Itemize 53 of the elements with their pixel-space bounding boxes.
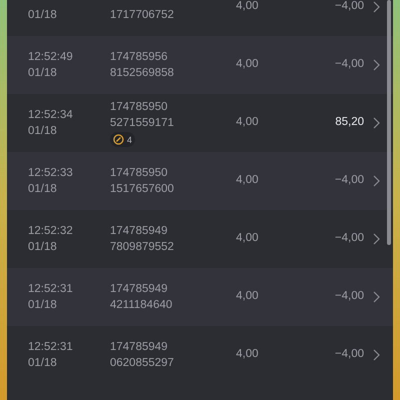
bet-amount: 4,00 bbox=[236, 231, 260, 246]
chevron-right-icon bbox=[373, 59, 380, 71]
time-text: 12:52:33 bbox=[28, 166, 74, 181]
win-amount: −4,00 bbox=[334, 57, 364, 72]
bet-amount: 4,00 bbox=[236, 173, 260, 188]
chevron-right-icon bbox=[373, 117, 380, 129]
date-text: 01/18 bbox=[28, 298, 58, 313]
chevron-right-icon bbox=[373, 1, 380, 13]
coin-icon bbox=[113, 134, 124, 145]
history-row[interactable]: 12:52:31 01/18 174785949 4211184640 4,00 −4,00 bbox=[7, 268, 393, 326]
round-id-text: 174785949 bbox=[110, 340, 169, 355]
date-text: 01/18 bbox=[28, 240, 58, 255]
date-text: 01/18 bbox=[28, 66, 58, 81]
round-id-text: 174785949 bbox=[110, 282, 169, 297]
win-amount: −4,00 bbox=[334, 231, 364, 246]
bet-amount: 4,00 bbox=[236, 289, 260, 304]
win-amount: 85,20 bbox=[334, 115, 364, 130]
bet-amount: 4,00 bbox=[236, 0, 260, 14]
chevron-right-icon bbox=[373, 233, 380, 245]
date-text: 01/18 bbox=[28, 356, 58, 371]
history-row[interactable]: 12:52:33 01/18 174785950 1517657600 4,00 −4,00 bbox=[7, 152, 393, 210]
chevron-right-icon bbox=[373, 349, 380, 361]
win-amount: −4,00 bbox=[334, 173, 364, 188]
history-row[interactable]: 12:52:49 01/18 174785956 8152569858 4,00 −4,00 bbox=[7, 36, 393, 94]
time-text: 12:52:31 bbox=[28, 340, 74, 355]
date-text: 01/18 bbox=[28, 182, 58, 197]
bet-amount: 4,00 bbox=[236, 347, 260, 362]
time-text: 12:52:31 bbox=[28, 282, 74, 297]
chevron-right-icon bbox=[373, 291, 380, 303]
time-text: 12:52:49 bbox=[28, 50, 74, 65]
scrollbar-thumb[interactable] bbox=[387, 0, 391, 245]
bet-amount: 4,00 bbox=[236, 57, 260, 72]
time-text: 12:52:34 bbox=[28, 108, 74, 123]
round-id-text: 1517657600 bbox=[110, 182, 175, 197]
round-id-text: 0620855297 bbox=[110, 356, 175, 371]
round-id-text: 174785949 bbox=[110, 224, 169, 239]
round-id-text: 5271559171 bbox=[110, 116, 175, 131]
round-id-text: 174785950 bbox=[110, 166, 169, 181]
date-text: 01/18 bbox=[28, 8, 58, 23]
round-id-text: 7809879552 bbox=[110, 240, 175, 255]
round-id-text: 174785956 bbox=[110, 50, 169, 65]
time-text: 12:52:32 bbox=[28, 224, 74, 239]
round-id-text: 8152569858 bbox=[110, 66, 175, 81]
win-amount: −4,00 bbox=[334, 347, 364, 362]
chevron-right-icon bbox=[373, 175, 380, 187]
round-id-text: 174785950 bbox=[110, 100, 169, 115]
bet-amount: 4,00 bbox=[236, 115, 260, 130]
win-amount: −4,00 bbox=[334, 289, 364, 304]
date-text: 01/18 bbox=[28, 124, 58, 139]
round-id-text: 1717706752 bbox=[110, 8, 175, 23]
win-amount: −4,00 bbox=[334, 0, 364, 14]
bonus-badge: 4 bbox=[110, 132, 136, 147]
round-id-text: 4211184640 bbox=[110, 298, 174, 313]
